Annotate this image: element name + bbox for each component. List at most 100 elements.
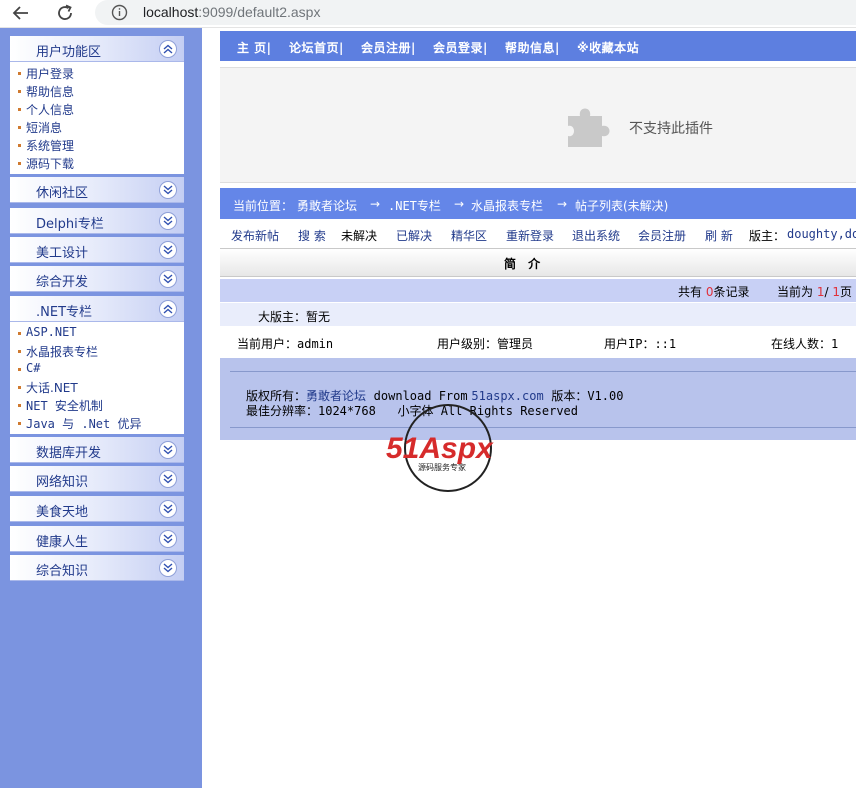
top-nav-bar: 主 页| 论坛首页| 会员注册| 会员登录| 帮助信息| ※收藏本站 — [220, 31, 856, 61]
user-level: 用户级别：管理员 — [437, 337, 534, 351]
nav-register[interactable]: 会员注册| — [361, 39, 416, 56]
forum-toolbar: 发布新帖 搜 索 未解决 已解决 精华区 重新登录 退出系统 会员注册 刷 新 … — [220, 220, 856, 248]
sidebar-item[interactable]: Java 与 .Net 优异 — [17, 415, 141, 432]
chevron-down-icon[interactable] — [159, 270, 177, 288]
reload-icon — [58, 4, 72, 20]
chevron-up-icon[interactable] — [159, 300, 177, 318]
sidebar-item[interactable]: 系统管理 — [17, 137, 74, 154]
info-icon[interactable] — [111, 4, 128, 21]
breadcrumb-label: 当前位置： — [233, 199, 294, 213]
breadcrumb-dotnet[interactable]: .NET专栏 — [388, 197, 441, 214]
footer-divider — [230, 371, 856, 372]
browser-toolbar: localhost:9099/default2.aspx — [0, 0, 856, 28]
new-post-link[interactable]: 发布新帖 — [231, 227, 279, 244]
sidebar-section-body: 用户登录 帮助信息 个人信息 短消息 系统管理 源码下载 — [10, 62, 184, 174]
essence-link[interactable]: 精华区 — [451, 227, 487, 244]
chevron-down-icon[interactable] — [159, 212, 177, 230]
watermark-brand: 51Aspx — [386, 432, 494, 465]
unsolved-link[interactable]: 未解决 — [341, 227, 377, 244]
sidebar-section-network[interactable]: 网络知识 — [10, 466, 184, 492]
sidebar-section-body: ASP.NET 水晶报表专栏 C# 大话.NET NET 安全机制 Java 与 .Net… — [10, 322, 184, 434]
chevron-up-icon[interactable] — [159, 40, 177, 58]
sidebar-section-user-functions[interactable]: 用户功能区 — [10, 36, 184, 62]
breadcrumb-arrow: → — [557, 197, 568, 211]
current-user: 当前用户：admin — [237, 337, 334, 351]
footer: 版权所有：勇敢者论坛 download From 51aspx.com 版本：V… — [220, 358, 856, 440]
nav-forum-home[interactable]: 论坛首页| — [289, 39, 344, 56]
chevron-down-icon[interactable] — [159, 530, 177, 548]
sidebar-item[interactable]: NET 安全机制 — [18, 397, 103, 414]
record-count-bar: 共有 0条记录 当前为 1/ 1页 — [220, 279, 856, 302]
nav-home[interactable]: 主 页| — [237, 39, 272, 56]
sidebar-section-title: Delphi专栏 — [36, 217, 104, 232]
sidebar-item[interactable]: 水晶报表专栏 — [17, 343, 98, 360]
moderator-names[interactable]: doughty,do — [787, 227, 856, 241]
breadcrumb-arrow: → — [370, 197, 381, 211]
record-count: 共有 0条记录 — [678, 285, 750, 299]
footer-divider — [230, 427, 856, 428]
sidebar-section-title: 休闲社区 — [36, 186, 89, 201]
sidebar-item[interactable]: 短消息 — [17, 119, 62, 136]
sidebar-item[interactable]: C# — [17, 361, 40, 375]
sidebar-item[interactable]: 源码下载 — [17, 155, 74, 172]
sidebar-section-title: 用户功能区 — [36, 45, 102, 60]
chief-moderator-row: 大版主：暂无 — [220, 303, 856, 326]
search-link[interactable]: 搜 索 — [298, 227, 326, 244]
sidebar-section-dotnet[interactable]: .NET专栏 — [10, 296, 184, 322]
sidebar-section-art-design[interactable]: 美工设计 — [10, 237, 184, 263]
logout-link[interactable]: 退出系统 — [572, 227, 620, 244]
chief-moderator-text: 大版主：暂无 — [258, 310, 331, 324]
relogin-link[interactable]: 重新登录 — [506, 227, 554, 244]
site-name-link[interactable]: 勇敢者论坛 — [306, 389, 366, 403]
sidebar-item[interactable]: 个人信息 — [17, 101, 74, 118]
breadcrumb-arrow: → — [454, 197, 465, 211]
sidebar-section-title: 数据库开发 — [36, 446, 102, 461]
nav-login[interactable]: 会员登录| — [433, 39, 488, 56]
chevron-down-icon[interactable] — [159, 181, 177, 199]
download-site-link[interactable]: 51aspx.com — [471, 389, 543, 403]
solved-link[interactable]: 已解决 — [396, 227, 432, 244]
puzzle-piece-icon — [568, 108, 610, 147]
register-link[interactable]: 会员注册 — [638, 227, 686, 244]
page-indicator: 当前为 1/ 1页 — [777, 285, 853, 299]
sidebar-section-leisure[interactable]: 休闲社区 — [10, 177, 184, 203]
sidebar-section-general-knowledge[interactable]: 综合知识 — [10, 555, 184, 581]
refresh-link[interactable]: 刷 新 — [705, 227, 733, 244]
sidebar-item[interactable]: 用户登录 — [17, 65, 74, 82]
nav-bookmark[interactable]: ※收藏本站 — [577, 39, 639, 56]
sidebar-section-database[interactable]: 数据库开发 — [10, 437, 184, 463]
reload-button[interactable] — [52, 1, 78, 25]
chevron-down-icon[interactable] — [159, 500, 177, 518]
breadcrumb-crystal[interactable]: 水晶报表专栏 — [471, 197, 543, 214]
sidebar-section-delphi[interactable]: Delphi专栏 — [10, 208, 184, 234]
breadcrumb: 当前位置： 勇敢者论坛 → .NET专栏 → 水晶报表专栏 → 帖子列表(未解决… — [220, 188, 856, 219]
sidebar-section-food[interactable]: 美食天地 — [10, 496, 184, 522]
sidebar-item[interactable]: 帮助信息 — [17, 83, 74, 100]
nav-help[interactable]: 帮助信息| — [505, 39, 560, 56]
chevron-down-icon[interactable] — [159, 441, 177, 459]
chevron-down-icon[interactable] — [159, 470, 177, 488]
plugin-message: 不支持此插件 — [629, 121, 713, 137]
sidebar-section-title: 综合开发 — [36, 275, 89, 290]
sidebar-item[interactable]: 大话.NET — [18, 379, 78, 396]
watermark-logo: 51Aspx 源码服务专家 — [384, 404, 514, 496]
sidebar-item[interactable]: ASP.NET — [18, 325, 77, 339]
moderator-label: 版主： — [749, 229, 786, 243]
user-ip: 用户IP：::1 — [604, 337, 677, 351]
sidebar-section-general-dev[interactable]: 综合开发 — [10, 266, 184, 292]
sidebar-section-title: 网络知识 — [36, 475, 89, 490]
sidebar-section-health[interactable]: 健康人生 — [10, 526, 184, 552]
sidebar-section-title: 美工设计 — [36, 246, 89, 261]
sidebar-section-title: 综合知识 — [36, 564, 89, 579]
breadcrumb-forum[interactable]: 勇敢者论坛 — [297, 197, 357, 214]
chevron-down-icon[interactable] — [159, 241, 177, 259]
breadcrumb-current: 帖子列表(未解决) — [575, 199, 669, 213]
intro-header: 简 介 — [220, 248, 856, 277]
url-text[interactable]: localhost:9099/default2.aspx — [143, 4, 320, 20]
chevron-down-icon[interactable] — [159, 559, 177, 577]
intro-title: 简 介 — [504, 257, 545, 271]
back-button[interactable] — [8, 1, 34, 25]
online-count: 在线人数：1 — [771, 337, 839, 351]
sidebar-section-title: .NET专栏 — [36, 305, 93, 320]
arrow-left-icon — [12, 6, 28, 20]
